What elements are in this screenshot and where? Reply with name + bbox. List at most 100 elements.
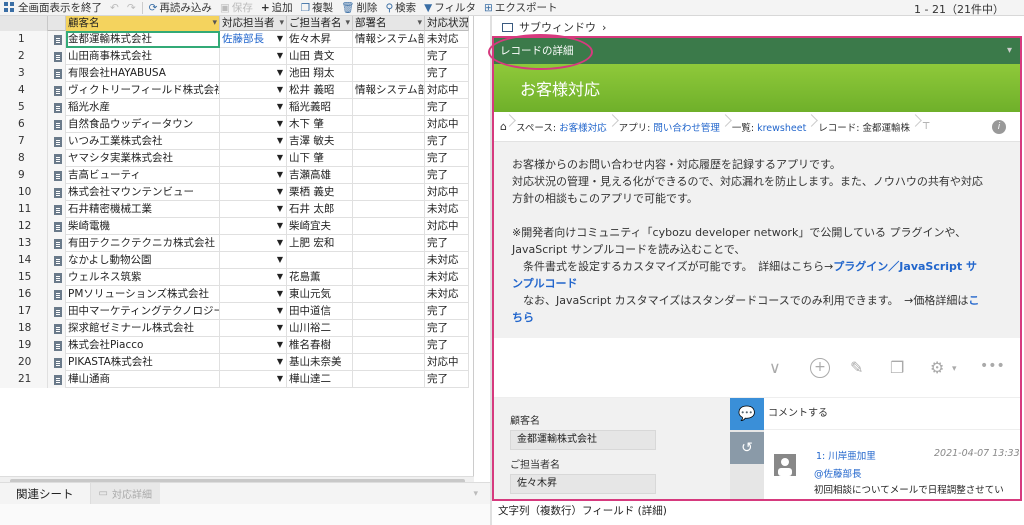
cell-customer-name[interactable]: 柴崎電機: [66, 218, 220, 235]
cell-customer-name[interactable]: 田中マーケティングテクノロジー: [66, 303, 220, 320]
cell-customer-name[interactable]: 樺山通商: [66, 371, 220, 388]
cell-rep-select[interactable]: 佐藤部長 ▼: [220, 31, 287, 48]
comment-mention[interactable]: @佐藤部長: [814, 466, 862, 480]
column-header-rep[interactable]: 対応担当者: [220, 16, 287, 31]
edit-icon[interactable]: ✎: [850, 358, 863, 377]
cell-status[interactable]: 対応中: [425, 82, 469, 99]
breadcrumb-view[interactable]: 一覧: krewsheet: [726, 120, 812, 134]
table-row[interactable]: 8 ヤマシタ実業株式会社 ▼ 山下 肇 完了: [0, 150, 469, 167]
cell-rep-select[interactable]: ▼: [220, 354, 287, 371]
table-row[interactable]: 20 PIKASTA株式会社 ▼ 基山未奈美 対応中: [0, 354, 469, 371]
cell-rep-select[interactable]: ▼: [220, 150, 287, 167]
filter-button[interactable]: ▼ フィルタ: [420, 0, 480, 16]
breadcrumb-space-link[interactable]: お客様対応: [559, 123, 607, 134]
record-detail-icon[interactable]: [48, 82, 66, 99]
duplicate-icon[interactable]: ❐: [890, 358, 904, 377]
cell-customer-name[interactable]: ヴィクトリーフィールド株式会社: [66, 82, 220, 99]
cell-status[interactable]: 未対応: [425, 31, 469, 48]
cell-status[interactable]: 完了: [425, 99, 469, 116]
comment-input[interactable]: コメントする: [764, 398, 1020, 430]
table-row[interactable]: 7 いつみ工業株式会社 ▼ 吉澤 敏夫 完了: [0, 133, 469, 150]
cell-rep-select[interactable]: ▼: [220, 303, 287, 320]
chevron-down-icon[interactable]: ▼: [277, 150, 283, 166]
cell-customer-name[interactable]: ヤマシタ実業株式会社: [66, 150, 220, 167]
cell-customer-name[interactable]: 吉高ビューティ: [66, 167, 220, 184]
cell-department[interactable]: [353, 252, 425, 269]
record-detail-icon[interactable]: [48, 116, 66, 133]
subwindow-header[interactable]: サブウィンドウ ›: [496, 18, 1024, 36]
chevron-down-icon[interactable]: ▼: [277, 320, 283, 336]
add-button[interactable]: + 追加: [257, 0, 297, 16]
chevron-down-icon[interactable]: ▼: [277, 65, 283, 81]
cell-customer-name[interactable]: 株式会社Piacco: [66, 337, 220, 354]
chevron-down-icon[interactable]: ▼: [277, 269, 283, 285]
cell-status[interactable]: 未対応: [425, 201, 469, 218]
cell-customer-name[interactable]: 自然食品ウッディータウン: [66, 116, 220, 133]
record-detail-icon[interactable]: [48, 269, 66, 286]
record-detail-icon[interactable]: [48, 201, 66, 218]
cell-status[interactable]: 未対応: [425, 286, 469, 303]
cell-status[interactable]: 完了: [425, 48, 469, 65]
cell-customer-name[interactable]: 有田テクニクテクニカ株式会社: [66, 235, 220, 252]
cell-customer-name[interactable]: 探求館ゼミナール株式会社: [66, 320, 220, 337]
table-row[interactable]: 14 なかよし動物公園 ▼ 未対応: [0, 252, 469, 269]
table-row[interactable]: 21 樺山通商 ▼ 樺山達二 完了: [0, 371, 469, 388]
record-detail-icon[interactable]: [48, 303, 66, 320]
cell-contact-name[interactable]: 上肥 宏和: [287, 235, 353, 252]
cell-customer-name[interactable]: いつみ工業株式会社: [66, 133, 220, 150]
cell-rep-select[interactable]: ▼: [220, 167, 287, 184]
cell-rep-select[interactable]: ▼: [220, 269, 287, 286]
chevron-down-icon[interactable]: ▼: [277, 116, 283, 132]
column-header-dept[interactable]: 部署名: [353, 16, 425, 31]
chevron-down-icon[interactable]: ▼: [277, 201, 283, 217]
cell-contact-name[interactable]: 基山未奈美: [287, 354, 353, 371]
cell-rep-select[interactable]: ▼: [220, 337, 287, 354]
cell-rep-select[interactable]: ▼: [220, 201, 287, 218]
cell-customer-name[interactable]: 稲光水産: [66, 99, 220, 116]
table-row[interactable]: 19 株式会社Piacco ▼ 椎名春樹 完了: [0, 337, 469, 354]
cell-customer-name[interactable]: なかよし動物公園: [66, 252, 220, 269]
record-detail-icon[interactable]: [48, 167, 66, 184]
cell-department[interactable]: 情報システム部: [353, 82, 425, 99]
table-row[interactable]: 3 有限会社HAYABUSA ▼ 池田 翔太 完了: [0, 65, 469, 82]
cell-department[interactable]: [353, 269, 425, 286]
cell-customer-name[interactable]: ウェルネス筑紫: [66, 269, 220, 286]
chevron-down-icon[interactable]: ▼: [277, 286, 283, 302]
record-detail-icon[interactable]: [48, 150, 66, 167]
chevron-down-icon[interactable]: ▼: [277, 184, 283, 200]
pin-icon[interactable]: ⊤: [922, 121, 930, 132]
cell-rep-select[interactable]: ▼: [220, 65, 287, 82]
exit-fullscreen-button[interactable]: 全画面表示を終了: [0, 0, 106, 16]
cell-contact-name[interactable]: 栗栖 義史: [287, 184, 353, 201]
cell-status[interactable]: 完了: [425, 337, 469, 354]
cell-department[interactable]: [353, 286, 425, 303]
record-detail-icon[interactable]: [48, 184, 66, 201]
record-detail-icon[interactable]: [48, 133, 66, 150]
table-row[interactable]: 17 田中マーケティングテクノロジー ▼ 田中道信 完了: [0, 303, 469, 320]
cell-department[interactable]: [353, 48, 425, 65]
record-detail-icon[interactable]: [48, 31, 66, 48]
plugin-link[interactable]: プラグイン: [833, 260, 888, 273]
cell-status[interactable]: 完了: [425, 65, 469, 82]
cell-contact-name[interactable]: [287, 252, 353, 269]
save-button[interactable]: ▣ 保存: [216, 0, 257, 16]
column-header-status[interactable]: 対応状況: [425, 16, 469, 31]
chevron-down-icon[interactable]: ▼: [277, 371, 283, 387]
cell-customer-name[interactable]: 山田商事株式会社: [66, 48, 220, 65]
cell-contact-name[interactable]: 樺山達二: [287, 371, 353, 388]
chevron-down-icon[interactable]: ▼: [277, 235, 283, 251]
cell-rep-select[interactable]: ▼: [220, 218, 287, 235]
cell-status[interactable]: 完了: [425, 303, 469, 320]
cell-contact-name[interactable]: 松井 義昭: [287, 82, 353, 99]
pricing-link[interactable]: こ: [968, 294, 979, 307]
record-detail-icon[interactable]: [48, 218, 66, 235]
cell-rep-select[interactable]: ▼: [220, 82, 287, 99]
chevron-down-icon[interactable]: ▼: [277, 82, 283, 98]
redo-button[interactable]: ↷: [123, 0, 140, 16]
cell-contact-name[interactable]: 池田 翔太: [287, 65, 353, 82]
cell-rep-select[interactable]: ▼: [220, 184, 287, 201]
cell-status[interactable]: 完了: [425, 133, 469, 150]
chevron-down-icon[interactable]: ▼: [277, 133, 283, 149]
cell-department[interactable]: [353, 371, 425, 388]
record-detail-icon[interactable]: [48, 286, 66, 303]
